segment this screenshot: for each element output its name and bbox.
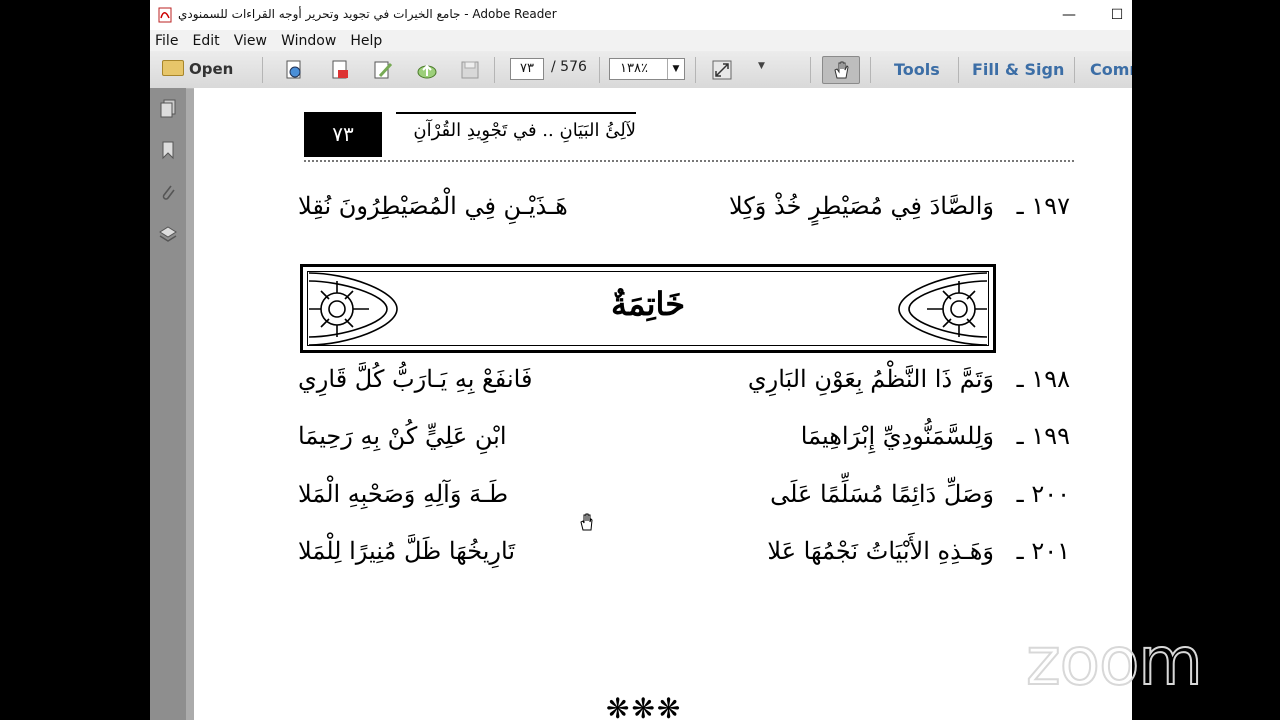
toolbar-separator bbox=[494, 57, 495, 83]
verse-line: ١٩٨ ـ وَتَمَّ ذَا النَّظْمُ بِعَوْنِ الب… bbox=[298, 365, 1070, 405]
toolbar-separator bbox=[810, 57, 811, 83]
pdf-app-icon bbox=[158, 7, 172, 23]
window-title: جامع الخيرات في تجويد وتحرير أوجه القراء… bbox=[178, 7, 557, 21]
zoom-level-select[interactable]: ١٣٨٪ ▼ bbox=[609, 58, 685, 80]
toolbar-separator bbox=[262, 57, 263, 83]
verse-line: ١٩٩ ـ وَلِلسَّمَنُّودِيِّ إِبْرَاهِيمَا … bbox=[298, 422, 1070, 462]
end-ornament: ❋❋❋ bbox=[606, 692, 683, 720]
verse-first-hemistich: وَلِلسَّمَنُّودِيِّ إِبْرَاهِيمَا bbox=[800, 422, 994, 450]
running-header-title: لآلِئُ البَيَانِ .. في تَجْوِيدِ القُرْآ… bbox=[413, 120, 636, 141]
verse-number: ١٩٧ ـ bbox=[1016, 192, 1070, 220]
header-rule bbox=[396, 112, 636, 114]
verse-second-hemistich: هَـذَيْـنِ فِي الْمُصَيْطِرُونَ نُقِلا bbox=[298, 192, 568, 220]
verse-number: ٢٠١ ـ bbox=[1016, 537, 1070, 565]
folder-icon bbox=[162, 60, 184, 76]
zoom-level-value: ١٣٨٪ bbox=[620, 61, 648, 76]
section-title: خَاتِمَةٌ bbox=[610, 285, 686, 323]
toolbar-separator bbox=[695, 57, 696, 83]
page-number-input[interactable]: ٧٣ bbox=[510, 58, 544, 80]
verse-second-hemistich: ابْنِ عَلِيٍّ كُنْ بِهِ رَحِيمَا bbox=[298, 422, 507, 450]
page-total: / 576 bbox=[551, 59, 587, 75]
verse-number: ٢٠٠ ـ bbox=[1016, 480, 1070, 508]
page-number-box: ٧٣ bbox=[304, 112, 382, 157]
verse-second-hemistich: تَارِيخُهَا ظَلَّ مُنِيرًا لِلْمَلا bbox=[298, 537, 515, 565]
verse-line: ٢٠١ ـ وَهَـذِهِ الأَبْيَاتُ نَجْمُهَا عَ… bbox=[298, 537, 1070, 577]
save-icon[interactable] bbox=[459, 59, 481, 81]
menu-help[interactable]: Help bbox=[345, 31, 386, 49]
cloud-upload-icon[interactable] bbox=[416, 59, 438, 81]
verse-second-hemistich: فَانفَعْ بِهِ يَـارَبُّ كُلَّ قَارِي bbox=[298, 365, 533, 393]
toolbar-separator bbox=[958, 57, 959, 83]
toolbar-separator bbox=[870, 57, 871, 83]
zoom-watermark-logo: zoom bbox=[1025, 622, 1204, 701]
section-title-frame: خَاتِمَةٌ bbox=[300, 264, 996, 353]
verse-first-hemistich: وَالصَّادَ فِي مُصَيْطِرٍ خُذْ وَكِلا bbox=[729, 192, 994, 220]
verse-second-hemistich: طَـهَ وَآلِهِ وَصَحْبِهِ الْمَلا bbox=[298, 480, 509, 508]
menu-window[interactable]: Window bbox=[276, 31, 340, 49]
export-pdf-icon[interactable] bbox=[329, 59, 351, 81]
maximize-button[interactable]: ☐ bbox=[1101, 4, 1132, 26]
attachments-icon[interactable] bbox=[158, 182, 178, 202]
document-page: ٧٣ لآلِئُ البَيَانِ .. في تَجْوِيدِ القُ… bbox=[194, 88, 1132, 720]
navigation-pane bbox=[150, 88, 186, 720]
open-button[interactable]: Open bbox=[162, 57, 233, 82]
verse-number: ١٩٩ ـ bbox=[1016, 422, 1070, 450]
title-bar: جامع الخيرات في تجويد وتحرير أوجه القراء… bbox=[150, 0, 1132, 30]
adobe-reader-window: جامع الخيرات في تجويد وتحرير أوجه القراء… bbox=[150, 0, 1132, 720]
hand-tool-button[interactable] bbox=[822, 56, 860, 84]
layers-icon[interactable] bbox=[158, 224, 178, 244]
chevron-down-icon[interactable]: ▼ bbox=[667, 59, 684, 79]
menu-edit[interactable]: Edit bbox=[188, 31, 224, 49]
open-label: Open bbox=[189, 60, 234, 78]
menu-view[interactable]: View bbox=[229, 31, 271, 49]
page-thumbnails-icon[interactable] bbox=[158, 98, 178, 118]
fit-page-icon[interactable] bbox=[711, 59, 733, 81]
more-tools-dropdown-icon[interactable]: ▼ bbox=[758, 61, 765, 71]
menu-bar: File Edit View Window Help bbox=[150, 30, 1132, 51]
toolbar-separator bbox=[599, 57, 600, 83]
create-pdf-icon[interactable] bbox=[283, 59, 305, 81]
menu-file[interactable]: File bbox=[150, 31, 182, 49]
toolbar: Open ٧٣ / 576 ١٣٨٪ ▼ ▼ Tools Fill & Sign… bbox=[150, 51, 1132, 89]
verse-line: ١٩٧ ـ وَالصَّادَ فِي مُصَيْطِرٍ خُذْ وَك… bbox=[298, 192, 1070, 232]
fill-sign-pane-button[interactable]: Fill & Sign bbox=[972, 60, 1064, 79]
comment-pane-button[interactable]: Comm bbox=[1090, 60, 1132, 79]
verse-line: ٢٠٠ ـ وَصَلِّ دَائِمًا مُسَلِّمًا عَلَى … bbox=[298, 480, 1070, 520]
verse-number: ١٩٨ ـ bbox=[1016, 365, 1070, 393]
verse-first-hemistich: وَصَلِّ دَائِمًا مُسَلِّمًا عَلَى bbox=[770, 480, 994, 508]
toolbar-separator bbox=[1074, 57, 1075, 83]
tools-pane-button[interactable]: Tools bbox=[894, 60, 940, 79]
bookmarks-icon[interactable] bbox=[158, 140, 178, 160]
verse-first-hemistich: وَهَـذِهِ الأَبْيَاتُ نَجْمُهَا عَلا bbox=[767, 537, 994, 565]
header-dotted-divider bbox=[304, 160, 1074, 162]
minimize-button[interactable]: — bbox=[1053, 4, 1085, 26]
hand-icon bbox=[834, 61, 849, 79]
edit-pdf-icon[interactable] bbox=[372, 59, 394, 81]
hand-cursor-icon bbox=[580, 513, 593, 531]
verse-first-hemistich: وَتَمَّ ذَا النَّظْمُ بِعَوْنِ البَارِي bbox=[747, 365, 994, 393]
